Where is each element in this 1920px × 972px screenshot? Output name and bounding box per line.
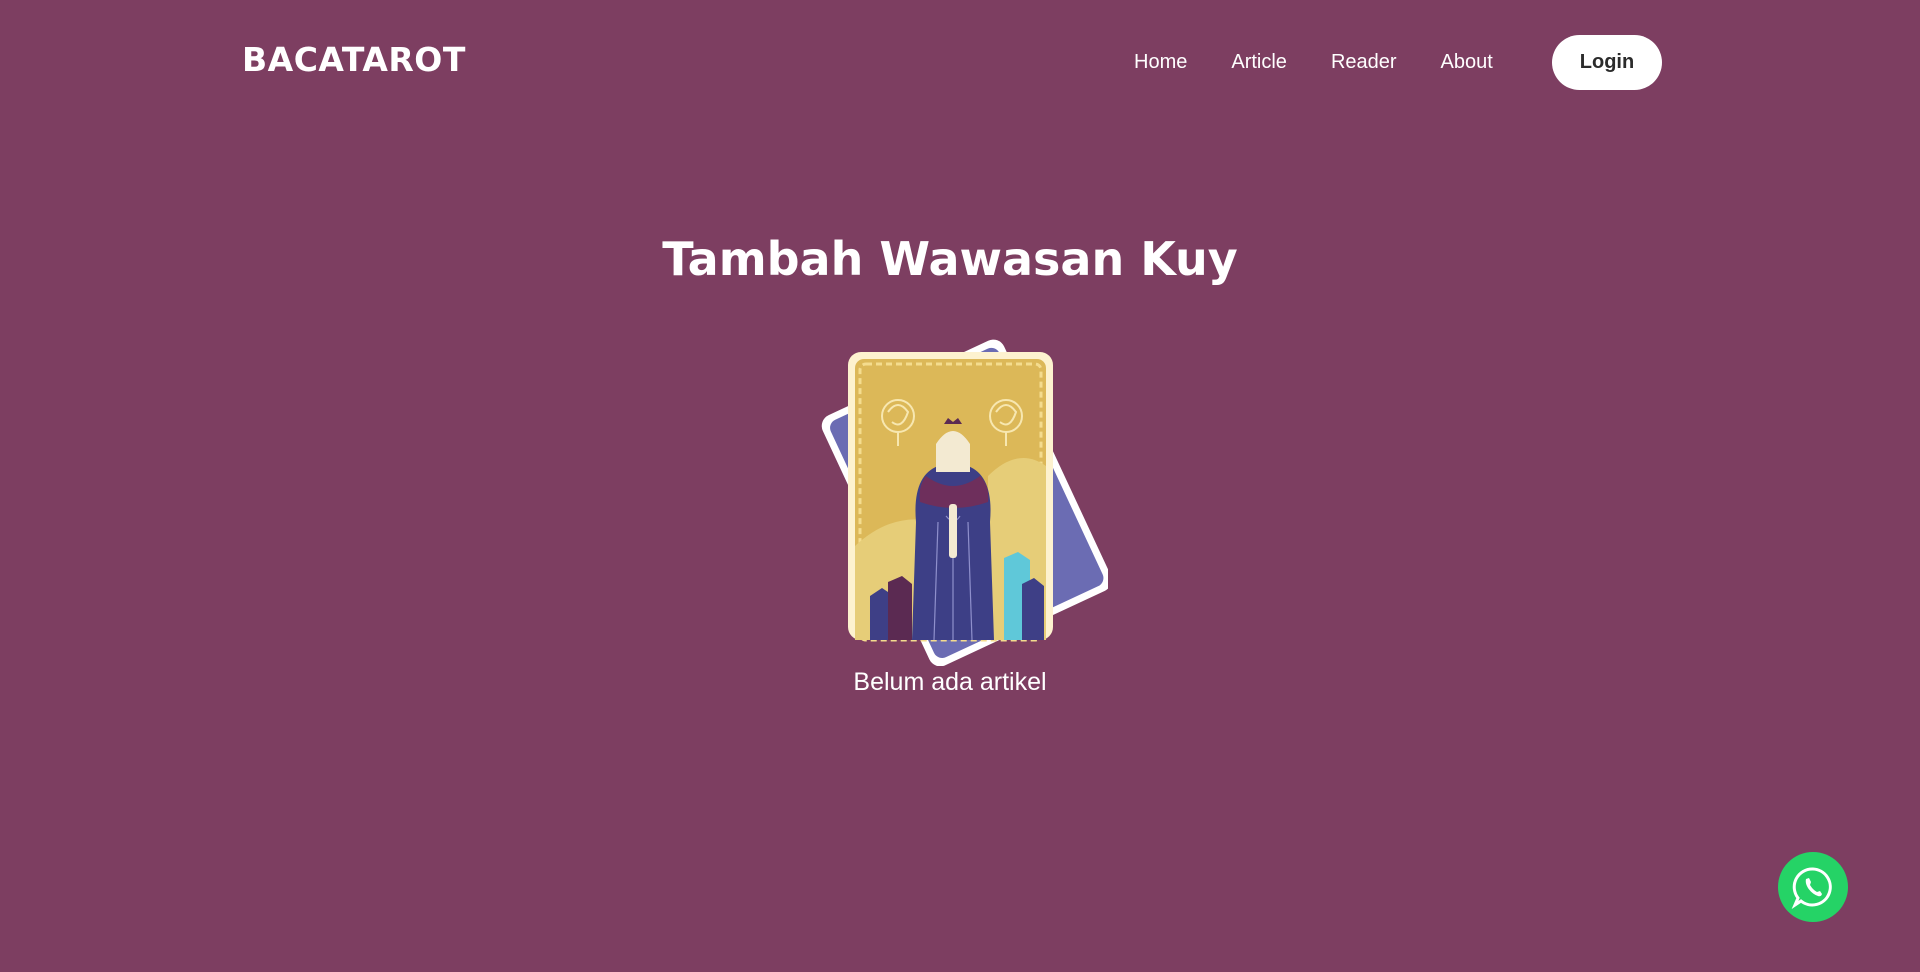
nav-home-link[interactable]: Home [1134, 48, 1187, 76]
nav-reader-link[interactable]: Reader [1331, 48, 1397, 76]
whatsapp-button[interactable] [1778, 852, 1848, 922]
page-title: Tambah Wawasan Kuy [662, 232, 1238, 286]
brand-logo[interactable]: BACATAROT [242, 40, 466, 79]
card-front [848, 352, 1053, 642]
tarot-card-illustration [808, 326, 1112, 667]
page: BACATAROT Home Article Reader About Logi… [0, 0, 1920, 972]
login-button[interactable]: Login [1552, 35, 1662, 90]
nav-article-link[interactable]: Article [1231, 48, 1287, 76]
nav-links: Home Article Reader About [1134, 48, 1537, 76]
whatsapp-icon [1791, 867, 1832, 909]
empty-articles-message: Belum ada artikel [853, 668, 1047, 696]
navbar: BACATAROT Home Article Reader About Logi… [0, 0, 1920, 124]
tarot-card-svg [821, 339, 1112, 667]
nav-about-link[interactable]: About [1441, 48, 1493, 76]
